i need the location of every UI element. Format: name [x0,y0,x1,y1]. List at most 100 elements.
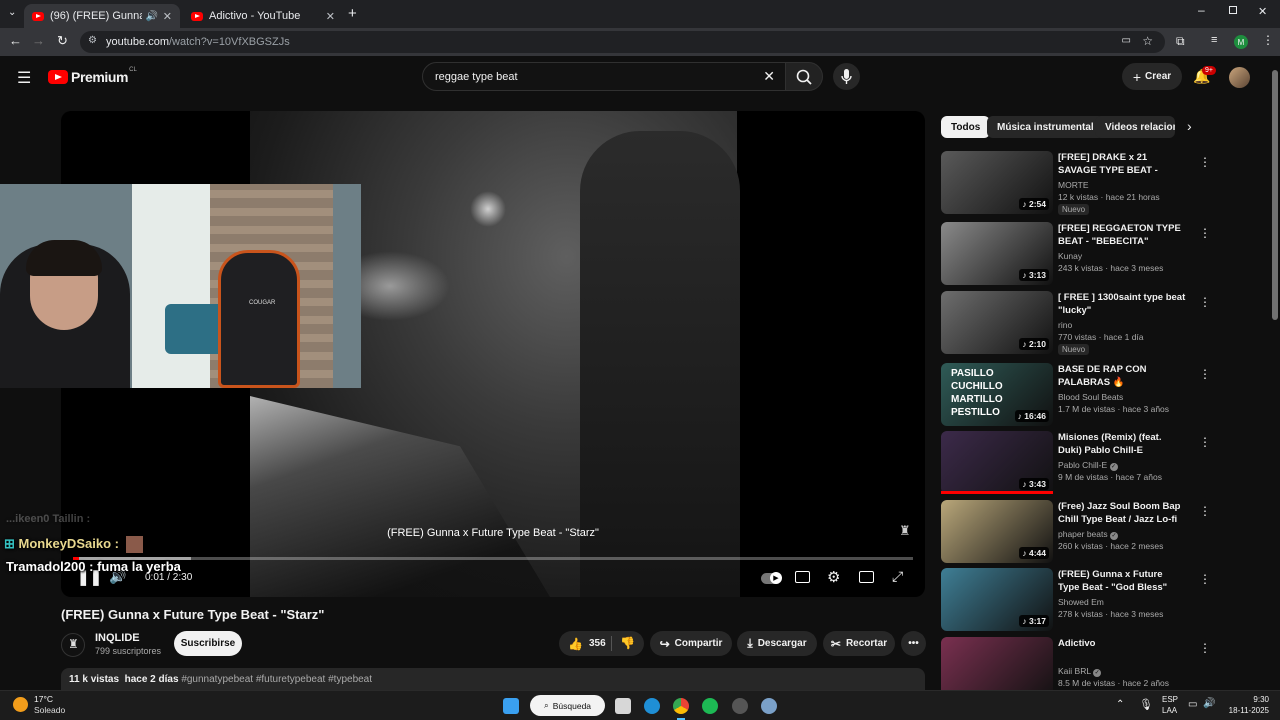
chrome-icon[interactable] [673,698,689,714]
forward-icon[interactable]: → [32,33,45,48]
hashtags[interactable]: #gunnatypebeat #futuretypebeat #typebeat [181,674,372,685]
more-vertical-icon[interactable]: ⋮ [1199,226,1211,240]
recommended-channel[interactable]: rino [1058,320,1072,330]
recommended-channel[interactable]: Kunay [1058,251,1082,261]
app-icon[interactable] [732,698,748,714]
restore-icon[interactable] [1229,6,1237,14]
search-input[interactable]: reggae type beat ✕ [422,62,786,91]
settings-icon[interactable] [761,698,777,714]
clip-button[interactable]: ✂ Recortar [823,631,895,656]
more-vertical-icon[interactable]: ⋮ [1199,504,1211,518]
recommended-video[interactable]: ♪ 3:13 [FREE] REGGAETON TYPE BEAT - "BEBE… [941,222,1211,288]
youtube-premium-logo[interactable]: Premium CL [48,67,137,85]
progress-bar[interactable] [73,557,913,560]
close-window-icon[interactable]: ✕ [1258,5,1267,18]
fullscreen-icon[interactable]: ⤢ [892,568,903,585]
chevron-right-icon[interactable]: › [1187,118,1192,134]
network-icon[interactable]: ▭ [1188,699,1197,710]
recommended-channel[interactable]: Kaii BRL ✓ [1058,666,1102,677]
recommended-channel[interactable]: Blood Soul Beats [1058,392,1123,402]
create-button[interactable]: + Crear [1122,63,1182,90]
close-tab-icon[interactable]: ✕ [326,10,335,23]
browser-tab[interactable]: Adictivo - YouTube ✕ [183,4,343,28]
recommended-video[interactable]: ♪ 3:17 (FREE) Gunna x Future Type Beat - … [941,568,1211,634]
weather-condition[interactable]: Soleado [34,705,65,715]
more-vertical-icon[interactable]: ⋮ [1199,641,1211,655]
recommended-title[interactable]: [ FREE ] 1300saint type beat "lucky" [1058,291,1186,317]
windows-start-icon[interactable] [503,698,519,714]
url-field[interactable]: ⚙ youtube.com/watch?v=10VfXBGSZJs ▭ ☆ [80,31,1165,53]
chip-related[interactable]: Videos relacionados [1095,116,1175,138]
minimize-icon[interactable]: – [1198,3,1205,17]
video-thumbnail[interactable]: ♪ 3:43 [941,431,1053,494]
browser-menu-icon[interactable]: ⋮ [1262,33,1274,47]
recommended-channel[interactable]: MORTE [1058,180,1089,190]
weather-icon[interactable] [13,697,28,712]
more-vertical-icon[interactable]: ⋮ [1199,367,1211,381]
recommended-title[interactable]: (FREE) Gunna x Future Type Beat - "God B… [1058,568,1186,594]
recommended-title[interactable]: (Free) Jazz Soul Boom Bap Chill Type Bea… [1058,500,1186,526]
site-info-icon[interactable]: ⚙ [88,35,97,46]
theater-mode-icon[interactable] [859,571,874,583]
spotify-icon[interactable] [702,698,718,714]
search-button[interactable] [785,62,823,91]
recommended-video[interactable]: PASILLO CUCHILLO MARTILLO PESTILLO ♪ 16:46 BA… [941,363,1211,429]
new-tab-icon[interactable]: + [348,5,357,22]
profile-avatar[interactable]: M [1234,35,1248,49]
more-actions-button[interactable]: ••• [901,631,926,656]
more-vertical-icon[interactable]: ⋮ [1199,295,1211,309]
volume-icon[interactable]: 🔊 [1203,698,1215,709]
video-thumbnail[interactable]: ♪ 2:10 [941,291,1053,354]
recommended-video[interactable]: ♪ 4:44 (Free) Jazz Soul Boom Bap Chill Ty… [941,500,1211,566]
tray-chevron-icon[interactable]: ⌃ [1116,699,1124,710]
clear-search-icon[interactable]: ✕ [763,68,775,85]
voice-search-button[interactable] [833,63,860,90]
edge-icon[interactable] [644,698,660,714]
recommended-title[interactable]: Misiones (Remix) (feat. Duki) Pablo Chil… [1058,431,1186,457]
recommended-video[interactable]: ♪ 3:43 Misiones (Remix) (feat. Duki) Pabl… [941,431,1211,497]
browser-tab-active[interactable]: (96) (FREE) Gunna x Future 🔊 ✕ [24,4,180,28]
speaker-icon[interactable]: 🔊 [146,11,158,22]
tray-mic-icon[interactable]: 🎙 [1139,698,1153,711]
more-vertical-icon[interactable]: ⋮ [1199,155,1211,169]
recommended-title[interactable]: BASE DE RAP CON PALABRAS 🔥 ENTRENAMIENTO… [1058,363,1186,389]
page-scrollbar[interactable] [1272,70,1278,320]
dislike-button[interactable]: 👎 [620,636,635,650]
chip-todos[interactable]: Todos [941,116,991,138]
recommended-channel[interactable]: Showed Em [1058,597,1104,607]
settings-gear-icon[interactable]: ⚙ [827,568,840,586]
subtitles-icon[interactable] [795,571,810,583]
recommended-channel[interactable]: phaper beats ✓ [1058,529,1118,540]
recommended-title[interactable]: [FREE] REGGAETON TYPE BEAT - "BEBECITA" [1058,222,1186,248]
close-tab-icon[interactable]: ✕ [163,10,172,23]
tab-search-icon[interactable]: ⌄ [8,7,16,18]
video-thumbnail[interactable]: ♪ 3:13 [941,222,1053,285]
video-thumbnail[interactable]: ♪ 4:44 [941,500,1053,563]
download-button[interactable]: ⤓ Descargar [737,631,817,656]
chip-instrumental[interactable]: Música instrumental [987,116,1104,138]
clock-time[interactable]: 9:30 [1233,695,1269,704]
media-control-icon[interactable]: ≡ [1211,34,1217,46]
taskbar-search[interactable]: ⌕ Búsqueda [530,695,605,716]
video-thumbnail[interactable]: PASILLO CUCHILLO MARTILLO PESTILLO ♪ 16:46 [941,363,1053,426]
keyboard-language[interactable]: ESP [1162,695,1178,704]
share-button[interactable]: ↪ Compartir [650,631,732,656]
recommended-video[interactable]: ♪ 2:10 [ FREE ] 1300saint type beat "luck… [941,291,1211,357]
more-vertical-icon[interactable]: ⋮ [1199,572,1211,586]
account-avatar[interactable] [1229,67,1250,88]
reload-icon[interactable]: ↻ [57,33,68,49]
like-button[interactable]: 👍 356 [568,637,606,651]
channel-avatar[interactable]: ♜ [61,633,85,657]
keyboard-layout[interactable]: LAA [1162,706,1177,715]
hamburger-menu-icon[interactable]: ☰ [17,68,31,88]
extensions-icon[interactable]: ⧉ [1176,34,1185,49]
subscribe-button[interactable]: Suscribirse [174,631,242,656]
clock-date[interactable]: 18-11-2025 [1222,706,1269,715]
recommended-title[interactable]: Adictivo [1058,637,1186,650]
file-explorer-icon[interactable] [615,698,631,714]
video-thumbnail[interactable]: ♪ 3:17 [941,568,1053,631]
bookmark-star-icon[interactable]: ☆ [1142,34,1153,48]
channel-name[interactable]: INQLIDE [95,632,140,644]
recommended-title[interactable]: [FREE] DRAKE x 21 SAVAGE TYPE BEAT - "YO… [1058,151,1186,177]
video-thumbnail[interactable]: ♪ 2:54 [941,151,1053,214]
